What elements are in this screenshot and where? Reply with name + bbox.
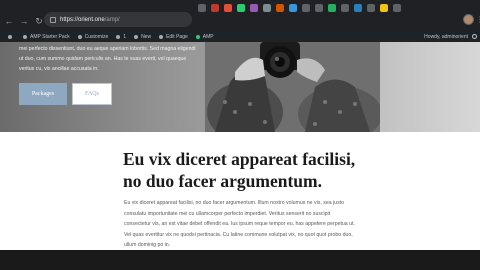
pencil-icon	[159, 35, 164, 39]
home-icon	[23, 35, 27, 39]
admin-bar-edit-page[interactable]: Edit Page	[159, 34, 188, 40]
forward-icon[interactable]: →	[18, 15, 30, 27]
comments-icon	[116, 35, 121, 39]
main-content: Eu vix diceret appareat facilisi, no duo…	[0, 132, 480, 250]
navigation-row: ← → ↻ https://orient.one/amp/	[0, 11, 480, 31]
hero-photo-camera	[205, 42, 380, 132]
admin-bar-amp[interactable]: AMP	[195, 34, 214, 40]
page-headline: Eu vix diceret appareat facilisi, no duo…	[123, 149, 356, 191]
menu-icon[interactable]: ⋮	[476, 14, 480, 25]
hero-paragraph: mei perfecto dissentiunt, duo eu aeque a…	[19, 46, 196, 72]
address-bar[interactable]: https://orient.one/amp/	[44, 12, 192, 27]
video-bottom-bar	[0, 250, 480, 270]
admin-bar-new[interactable]: New	[134, 34, 151, 40]
url-text[interactable]: https://orient.one/amp/	[60, 17, 120, 23]
profile-avatar[interactable]	[463, 14, 474, 25]
admin-bar-customize[interactable]: Customize	[77, 34, 108, 40]
wp-admin-bar: AMP Starter Pack Customize 1 New Edit Pa…	[0, 32, 480, 42]
brush-icon	[77, 35, 82, 39]
back-icon[interactable]: ←	[3, 15, 15, 27]
hero-section: mei perfecto dissentiunt, duo eu aeque a…	[0, 42, 480, 132]
browser-toolbar: ← → ↻ https://orient.one/amp/ ⋮	[0, 0, 480, 32]
admin-bar-greeting[interactable]: Howdy, adminorient	[424, 32, 468, 42]
admin-bar-comments[interactable]: 1	[116, 34, 126, 40]
admin-bar-site[interactable]: AMP Starter Pack	[23, 34, 70, 40]
admin-bar-wordpress[interactable]	[8, 35, 15, 39]
plus-icon	[134, 35, 139, 39]
packages-button[interactable]: Packages	[19, 83, 67, 105]
amp-icon	[195, 35, 200, 39]
lock-icon	[50, 16, 56, 23]
wordpress-icon	[8, 35, 12, 39]
faqs-button[interactable]: FAQs	[72, 83, 112, 105]
body-paragraph: Eu vix diceret appareat facilisi, no duo…	[124, 200, 355, 248]
search-icon[interactable]	[472, 34, 477, 39]
